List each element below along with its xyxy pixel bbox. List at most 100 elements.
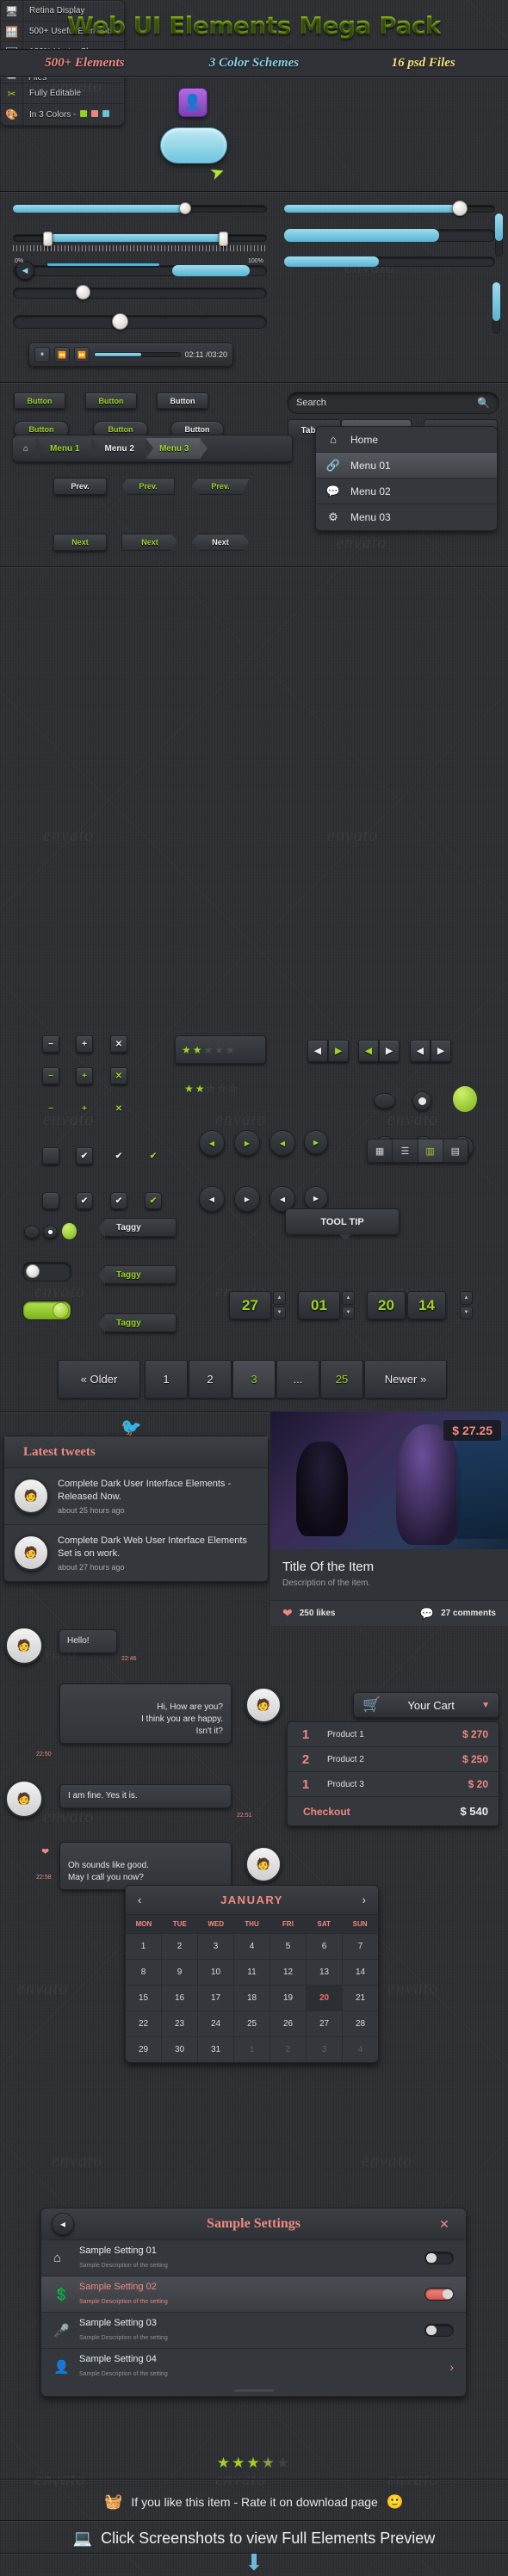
calendar-day-selected[interactable]: 20 — [307, 1985, 343, 2011]
button-rect-3[interactable]: Button — [157, 392, 208, 409]
settings-row-04[interactable]: 👤 Sample Setting 04 Sample Description o… — [41, 2348, 466, 2384]
breadcrumb-item-1[interactable]: Menu 1 — [36, 438, 100, 459]
pagination-newer[interactable]: Newer » — [364, 1360, 447, 1399]
tweet-item[interactable]: 🧑 Complete Dark User Interface Elements … — [4, 1467, 268, 1524]
calendar-day-outside[interactable]: 4 — [343, 2036, 378, 2062]
search-icon[interactable]: 🔍 — [477, 397, 490, 409]
item-image[interactable]: $ 27.25 — [270, 1412, 508, 1549]
nav-item-menu-01[interactable]: 🔗 Menu 01 — [316, 453, 497, 479]
arrow-left-1[interactable]: ◀ — [307, 1040, 328, 1062]
calendar-day[interactable]: 31 — [198, 2036, 234, 2062]
calendar-day[interactable]: 13 — [307, 1959, 343, 1985]
back-button[interactable]: ◀ — [52, 2213, 74, 2235]
detail-icon[interactable]: ▤ — [443, 1140, 468, 1162]
star-icon[interactable]: ★ — [195, 1083, 205, 1095]
calendar-day[interactable]: 27 — [307, 2011, 343, 2036]
slider3-track[interactable] — [13, 315, 267, 329]
heart-icon[interactable]: ❤ — [282, 1606, 293, 1621]
checkbox2-checked-1[interactable]: ✔ — [76, 1192, 93, 1209]
slider2-track[interactable] — [13, 287, 267, 299]
calendar-day[interactable]: 10 — [198, 1959, 234, 1985]
player-seek-track[interactable] — [94, 352, 181, 357]
calendar-day[interactable]: 14 — [343, 1959, 378, 1985]
toggle-dot-green[interactable] — [62, 1223, 77, 1239]
calendar-day[interactable]: 15 — [126, 1985, 162, 2011]
close-button-2[interactable]: ✕ — [110, 1067, 127, 1084]
cart-row[interactable]: 2 Product 2 $ 250 — [288, 1747, 499, 1772]
button-rect-2[interactable]: Button — [85, 392, 137, 409]
checkbox2-unchecked[interactable] — [42, 1192, 59, 1209]
setting-toggle-off[interactable] — [424, 2324, 454, 2337]
countdown-spinner-1[interactable]: ▲ ▼ — [273, 1291, 286, 1319]
calendar-day-outside[interactable]: 2 — [270, 2036, 307, 2062]
slider-handle[interactable] — [179, 202, 191, 214]
calendar-day[interactable]: 18 — [234, 1985, 270, 2011]
comment-icon[interactable]: 💬 — [420, 1607, 434, 1621]
down-arrow-icon[interactable]: ⬇ — [0, 2549, 508, 2576]
checkbox-unchecked[interactable] — [42, 1147, 59, 1164]
setting-toggle-off[interactable] — [424, 2252, 454, 2264]
calendar-day[interactable]: 22 — [126, 2011, 162, 2036]
radio-selected[interactable] — [412, 1091, 431, 1110]
scrollbar-thumb[interactable] — [172, 265, 250, 276]
circle-prev-1[interactable]: ◀ — [199, 1130, 225, 1156]
minus-button-1[interactable]: − — [42, 1035, 59, 1053]
search-input[interactable] — [296, 398, 478, 408]
radio-empty[interactable] — [374, 1093, 395, 1109]
settings-row-01[interactable]: ⌂ Sample Setting 01 Sample Description o… — [41, 2239, 466, 2276]
calendar-day[interactable]: 1 — [126, 1933, 162, 1959]
nav-item-menu-02[interactable]: 💬 Menu 02 — [316, 479, 497, 504]
calendar-day[interactable]: 28 — [343, 2011, 378, 2036]
rating-plain[interactable]: ★ ★ ☆ ☆ ☆ — [178, 1079, 264, 1098]
calendar-day[interactable]: 19 — [270, 1985, 307, 2011]
arrow-right-3[interactable]: ▶ — [431, 1040, 451, 1062]
tag-1[interactable]: Taggy — [98, 1218, 177, 1238]
calendar-day-outside[interactable]: 3 — [307, 2036, 343, 2062]
arrow-right-1[interactable]: ▶ — [328, 1040, 349, 1062]
settings-grip[interactable] — [41, 2384, 466, 2396]
star-icon[interactable]: ☆ — [207, 1083, 216, 1095]
calendar-day[interactable]: 6 — [307, 1933, 343, 1959]
calendar-prev-icon[interactable]: ‹ — [138, 1893, 141, 1906]
checkbox2-checked-3[interactable]: ✔ — [145, 1192, 162, 1209]
close-icon[interactable]: ✕ — [433, 2217, 455, 2232]
calendar-day[interactable]: 30 — [162, 2036, 198, 2062]
calendar-day[interactable]: 24 — [198, 2011, 234, 2036]
star-icon[interactable]: ★ — [226, 1044, 235, 1056]
calendar-day[interactable]: 26 — [270, 2011, 307, 2036]
circle-next-2[interactable]: ▶ — [304, 1130, 328, 1154]
blue-button-sample[interactable] — [160, 127, 227, 164]
setting-toggle-on[interactable] — [424, 2288, 454, 2301]
calendar-day[interactable]: 4 — [234, 1933, 270, 1959]
star-icon[interactable]: ★ — [214, 1044, 224, 1056]
slider-right-handle[interactable] — [452, 201, 468, 216]
avatar[interactable]: 👤 — [178, 88, 208, 117]
settings-row-02[interactable]: 💲 Sample Setting 02 Sample Description o… — [41, 2276, 466, 2312]
tag-3[interactable]: Taggy — [98, 1313, 177, 1333]
pagination-25[interactable]: 25 — [320, 1360, 363, 1399]
arrow-left-2[interactable]: ◀ — [358, 1040, 379, 1062]
toggle-dot-white[interactable] — [43, 1226, 58, 1239]
checkbox2-checked-2[interactable]: ✔ — [110, 1192, 127, 1209]
calendar-next-icon[interactable]: › — [362, 1893, 366, 1906]
columns-icon[interactable]: ▥ — [418, 1140, 443, 1162]
next-button-3[interactable]: Next — [191, 534, 250, 551]
prev-button-2[interactable]: Prev. — [121, 478, 175, 495]
settings-row-03[interactable]: 🎤 Sample Setting 03 Sample Description o… — [41, 2312, 466, 2348]
calendar-day[interactable]: 9 — [162, 1959, 198, 1985]
checkbox-checked-3[interactable]: ✔ — [145, 1147, 162, 1164]
calendar-day[interactable]: 11 — [234, 1959, 270, 1985]
home-icon[interactable]: ⌂ — [13, 438, 45, 459]
cart-row[interactable]: 1 Product 1 $ 270 — [288, 1722, 499, 1747]
media-player[interactable]: ⏸ ⏪ ⏩ 02:11 /03:20 — [28, 343, 233, 367]
prev-button-1[interactable]: Prev. — [53, 478, 107, 495]
toggle-dot-empty[interactable] — [24, 1226, 40, 1239]
list-icon[interactable]: ☰ — [393, 1140, 418, 1162]
view-mode-group[interactable]: ▦ ☰ ▥ ▤ — [367, 1139, 468, 1163]
range-handle-right[interactable] — [219, 232, 228, 246]
star-icon[interactable]: ☆ — [217, 1083, 226, 1095]
toggle-off-knob[interactable] — [26, 1264, 40, 1278]
cart-row[interactable]: 1 Product 3 $ 20 — [288, 1772, 499, 1797]
breadcrumb[interactable]: ⌂ Menu 1 Menu 2 Menu 3 — [13, 435, 293, 462]
pagination-ellipsis[interactable]: ... — [276, 1360, 319, 1399]
